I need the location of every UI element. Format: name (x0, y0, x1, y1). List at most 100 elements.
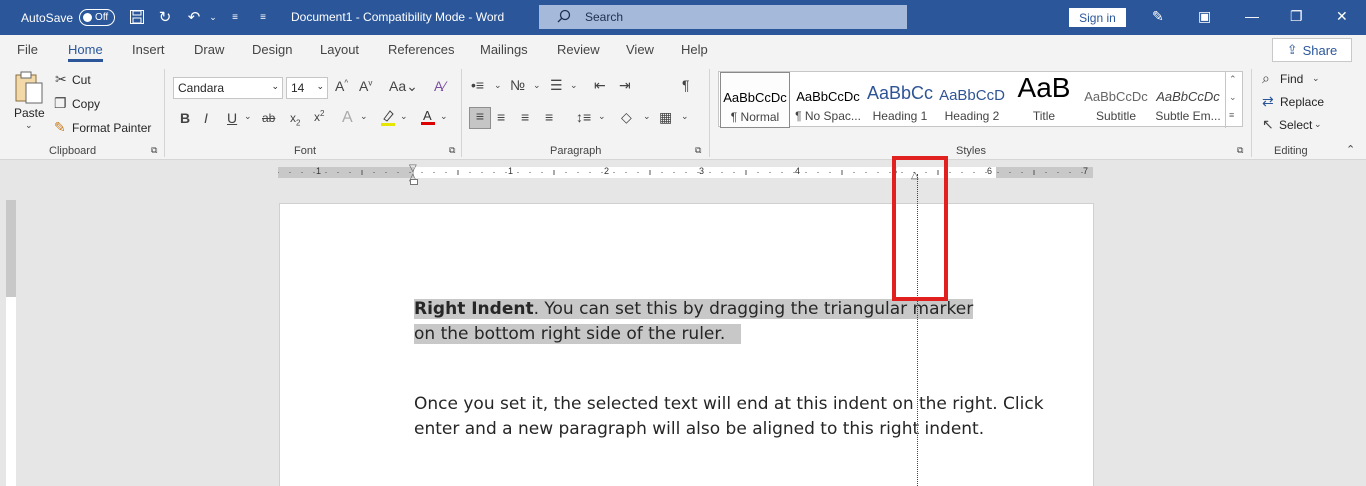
minimize-icon[interactable]: — (1245, 8, 1259, 24)
copy-button[interactable]: Copy (72, 97, 100, 111)
collapse-ribbon-icon[interactable]: ⌃ (1346, 143, 1355, 156)
sign-in-button[interactable]: Sign in (1069, 8, 1126, 27)
paragraph-explanation[interactable]: Once you set it, the selected text will … (414, 392, 1044, 442)
select-icon[interactable]: ↖ (1262, 116, 1274, 133)
close-icon[interactable]: ✕ (1336, 8, 1348, 25)
tab-home[interactable]: Home (68, 42, 103, 62)
find-button[interactable]: Find (1280, 72, 1303, 86)
superscript-icon[interactable]: x2 (314, 109, 324, 124)
autosave[interactable]: AutoSave Off (21, 9, 116, 26)
subscript-icon[interactable]: x2 (290, 111, 300, 127)
style-heading-2[interactable]: AaBbCcD Heading 2 (937, 72, 1007, 128)
shrink-font-icon[interactable]: Av (359, 78, 372, 94)
clipboard-launcher-icon[interactable]: ⧉ (151, 145, 157, 156)
ribbon-display-icon[interactable]: ▣ (1198, 8, 1211, 25)
tab-draw[interactable]: Draw (194, 42, 224, 57)
clear-formatting-icon[interactable]: A∕ (434, 78, 446, 94)
format-painter-button[interactable]: Format Painter (72, 121, 151, 135)
shading-icon[interactable]: ◇ (621, 109, 632, 126)
justify-icon[interactable]: ≡ (545, 109, 553, 125)
line-spacing-dropdown-icon[interactable]: ⌄ (598, 111, 606, 122)
align-left-icon[interactable]: ≡ (469, 107, 491, 129)
show-formatting-icon[interactable]: ¶ (682, 77, 690, 93)
align-center-icon[interactable]: ≡ (497, 109, 505, 125)
multilevel-dropdown-icon[interactable]: ⌄ (570, 80, 578, 91)
tab-review[interactable]: Review (557, 42, 600, 57)
underline-dropdown-icon[interactable]: ⌄ (244, 111, 252, 122)
paste-dropdown-icon[interactable]: ⌄ (25, 120, 33, 131)
highlight-icon[interactable] (380, 109, 396, 130)
replace-button[interactable]: Replace (1280, 95, 1324, 109)
font-color-icon[interactable]: A (420, 107, 436, 130)
undo-icon[interactable]: ↶ (185, 8, 203, 26)
left-indent-box[interactable] (410, 179, 418, 185)
tab-file[interactable]: File (17, 42, 38, 57)
cut-icon[interactable]: ✂ (55, 71, 67, 88)
change-case-icon[interactable]: Aa⌄ (389, 78, 418, 95)
vertical-ruler[interactable] (6, 200, 16, 486)
horizontal-ruler[interactable]: 1 1 2 3 4 5 6 7 (278, 166, 1093, 178)
line-spacing-icon[interactable]: ↕≡ (576, 109, 591, 125)
font-size-combo[interactable]: 14 ⌄ (286, 77, 328, 99)
style-heading-1[interactable]: AaBbCc Heading 1 (865, 72, 935, 128)
format-painter-icon[interactable]: ✎ (54, 119, 66, 136)
restore-icon[interactable]: ❐ (1290, 8, 1303, 25)
underline-icon[interactable]: U (227, 110, 237, 126)
select-button[interactable]: Select (1279, 118, 1312, 132)
chevron-up-icon[interactable]: ⌃ (1229, 74, 1237, 85)
share-button[interactable]: ⇪ Share (1272, 38, 1352, 62)
redo-circle-icon[interactable]: ↻ (156, 8, 174, 26)
italic-icon[interactable]: I (204, 110, 208, 126)
decrease-indent-icon[interactable]: ⇤ (594, 77, 606, 94)
borders-icon[interactable]: ▦ (659, 109, 672, 126)
text-effects-dropdown-icon[interactable]: ⌄ (360, 111, 368, 122)
pen-icon[interactable]: ✎ (1152, 8, 1164, 25)
find-icon[interactable]: ⌕ (1262, 70, 1270, 87)
style-subtle-emphasis[interactable]: AaBbCcDc Subtle Em... (1153, 72, 1223, 128)
tab-view[interactable]: View (626, 42, 654, 57)
increase-indent-icon[interactable]: ⇥ (619, 77, 631, 94)
shading-dropdown-icon[interactable]: ⌄ (643, 111, 651, 122)
borders-dropdown-icon[interactable]: ⌄ (681, 111, 689, 122)
paste-label[interactable]: Paste (14, 106, 45, 120)
search-box[interactable]: Search (539, 5, 907, 29)
strikethrough-icon[interactable]: ab (262, 111, 275, 125)
style-no-spacing[interactable]: AaBbCcDc ¶ No Spac... (793, 72, 863, 128)
tab-references[interactable]: References (388, 42, 454, 57)
gallery-more-icon[interactable]: ≡ (1229, 110, 1234, 120)
tab-layout[interactable]: Layout (320, 42, 359, 57)
numbering-dropdown-icon[interactable]: ⌄ (533, 80, 541, 91)
style-subtitle[interactable]: AaBbCcDc Subtitle (1081, 72, 1151, 128)
paste-icon[interactable] (14, 71, 44, 108)
replace-icon[interactable]: ⇄ (1262, 93, 1274, 110)
autosave-toggle[interactable]: Off (79, 9, 116, 26)
numbering-icon[interactable]: № (510, 77, 525, 93)
highlight-dropdown-icon[interactable]: ⌄ (400, 111, 408, 122)
select-dropdown-icon[interactable]: ⌄ (1314, 119, 1322, 130)
undo-dropdown-icon[interactable]: ⌄ (204, 8, 222, 26)
cut-button[interactable]: Cut (72, 73, 91, 87)
font-launcher-icon[interactable]: ⧉ (449, 145, 455, 156)
numbering-icon[interactable]: ≡ (226, 8, 244, 26)
text-effects-icon[interactable]: A (342, 109, 353, 127)
styles-gallery[interactable]: AaBbCcDc ¶ Normal AaBbCcDc ¶ No Spac... … (718, 71, 1243, 128)
gallery-scroll[interactable]: ⌃ ⌄ ≡ (1225, 72, 1242, 128)
save-icon[interactable] (128, 8, 146, 26)
font-color-dropdown-icon[interactable]: ⌄ (440, 111, 448, 122)
copy-icon[interactable]: ❐ (54, 95, 67, 112)
paragraph-launcher-icon[interactable]: ⧉ (695, 145, 701, 156)
bullets-dropdown-icon[interactable]: ⌄ (494, 80, 502, 91)
find-dropdown-icon[interactable]: ⌄ (1312, 73, 1320, 84)
tab-design[interactable]: Design (252, 42, 292, 57)
tab-insert[interactable]: Insert (132, 42, 165, 57)
paragraph-right-indent[interactable]: Right Indent. You can set this by draggi… (414, 297, 974, 347)
customize-toolbar-icon[interactable]: ≡ (254, 8, 272, 26)
style-title[interactable]: AaB Title (1009, 72, 1079, 128)
tab-mailings[interactable]: Mailings (480, 42, 528, 57)
bullets-icon[interactable]: •≡ (471, 77, 484, 93)
styles-launcher-icon[interactable]: ⧉ (1237, 145, 1243, 156)
grow-font-icon[interactable]: A^ (335, 78, 348, 94)
chevron-down-icon[interactable]: ⌄ (1229, 92, 1237, 103)
align-right-icon[interactable]: ≡ (521, 109, 529, 125)
font-name-combo[interactable]: Candara ⌄ (173, 77, 283, 99)
